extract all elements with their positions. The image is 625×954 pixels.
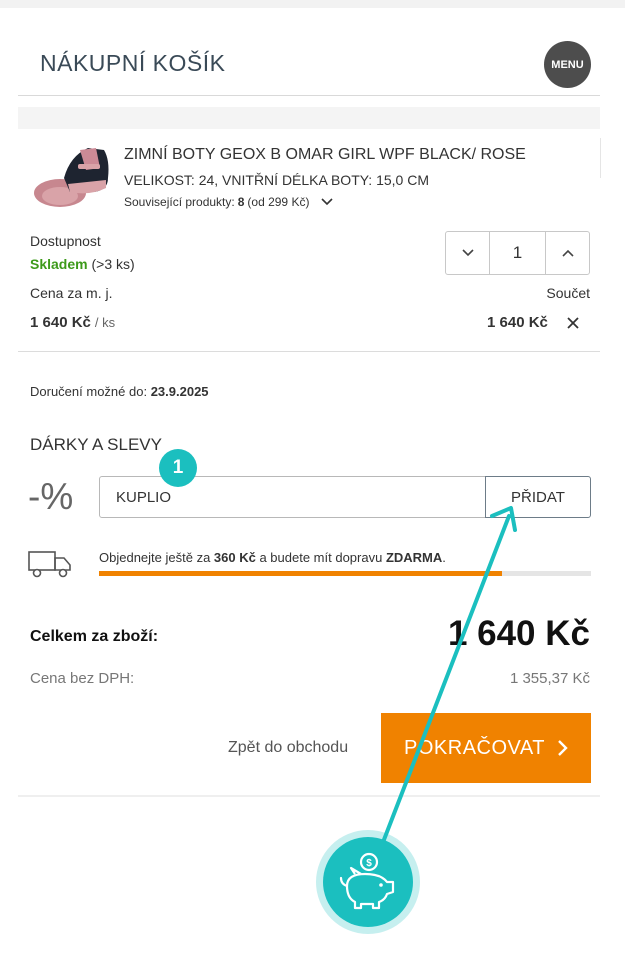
add-coupon-button[interactable]: PŘIDAT [485, 476, 591, 518]
stock-qty: (>3 ks) [91, 256, 135, 272]
close-icon[interactable] [566, 316, 580, 330]
shipping-text-middle: a budete mít dopravu [259, 550, 383, 565]
vat-value: 1 355,37 Kč [509, 670, 590, 687]
truck-icon [28, 551, 71, 578]
shipping-amount: 360 Kč [213, 550, 256, 565]
availability-label: Dostupnost [30, 233, 101, 249]
row-divider [600, 138, 601, 178]
sum-label: Součet [546, 285, 590, 301]
back-to-shop-link[interactable]: Zpět do obchodu [228, 739, 348, 757]
shipping-progress-fill [99, 571, 503, 576]
chevron-down-icon[interactable] [320, 197, 334, 207]
page-title: NÁKUPNÍ KOŠÍK [40, 50, 226, 76]
continue-label: POKRAČOVAT [404, 736, 545, 759]
divider [18, 351, 600, 352]
chevron-up-icon [561, 249, 574, 257]
quantity-stepper: 1 [445, 231, 590, 275]
top-bar [0, 0, 625, 8]
product-name[interactable]: ZIMNÍ BOTY GEOX B OMAR GIRL WPF BLACK/ R… [124, 146, 526, 164]
unit-per: / ks [94, 315, 116, 330]
related-label: Související produkty: [124, 195, 235, 209]
piggy-bank-circle: $ [323, 837, 413, 927]
gifts-title: DÁRKY A SLEVY [30, 435, 162, 454]
shipping-free-word: ZDARMA [385, 550, 443, 565]
percent-icon: -% [28, 476, 74, 517]
bottom-divider [18, 795, 600, 797]
delivery-info: Doručení možné do: 23.9.2025 [30, 384, 209, 399]
total-label: Celkem za zboží: [30, 628, 159, 645]
related-products[interactable]: Související produkty: 8 (od 299 Kč) [124, 195, 334, 209]
delivery-date: 23.9.2025 [150, 384, 209, 399]
total-value: 1 640 Kč [447, 614, 590, 653]
sum-price: 1 640 Kč [487, 314, 548, 331]
unit-price-label: Cena za m. j. [30, 285, 113, 301]
unit-price-value: 1 640 Kč [30, 314, 91, 331]
svg-text:$: $ [366, 858, 372, 869]
quantity-value[interactable]: 1 [489, 232, 546, 274]
stock-status: Skladem (>3 ks) [30, 256, 135, 272]
header: NÁKUPNÍ KOŠÍK MENU [18, 30, 600, 96]
coupon-input[interactable]: KUPLIO [99, 476, 487, 518]
delivery-label: Doručení možné do: [30, 384, 148, 399]
piggy-bank-badge: $ [316, 830, 420, 934]
chevron-right-icon [558, 740, 568, 756]
step-badge: 1 [159, 449, 197, 487]
quantity-decrease-button[interactable] [446, 232, 489, 274]
menu-button[interactable]: MENU [544, 41, 591, 88]
product-image[interactable] [30, 138, 114, 212]
shipping-progress-bar [99, 571, 591, 576]
continue-button[interactable]: POKRAČOVAT [381, 713, 591, 783]
piggy-bank-icon: $ [339, 852, 395, 910]
stock-status-text: Skladem [30, 256, 88, 272]
related-from: (od 299 Kč) [247, 195, 310, 209]
chevron-down-icon [461, 249, 474, 257]
product-variant: VELIKOST: 24, VNITŘNÍ DÉLKA BOTY: 15,0 C… [124, 172, 429, 188]
vat-label: Cena bez DPH: [30, 670, 135, 687]
related-count: 8 [237, 195, 245, 209]
quantity-increase-button[interactable] [546, 232, 589, 274]
shipping-text-end: . [442, 550, 446, 565]
unit-price: 1 640 Kč / ks [30, 314, 115, 331]
cart-header-strip [18, 107, 600, 129]
free-shipping-text: Objednejte ještě za 360 Kč a budete mít … [99, 550, 446, 565]
shipping-text-before: Objednejte ještě za [99, 550, 211, 565]
